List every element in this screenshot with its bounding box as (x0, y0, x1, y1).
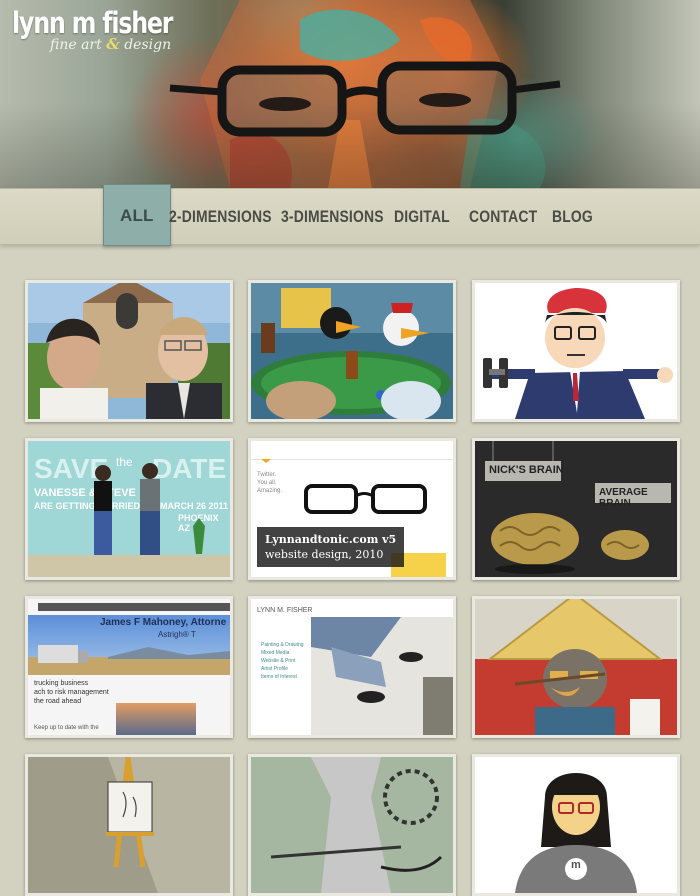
mahoney-subtitle: Astrigh® T (158, 630, 196, 639)
lmf-header: LYNN M. FISHER (257, 607, 313, 614)
header-banner: lynn m fisher fine art & design (0, 0, 700, 188)
nav-digital[interactable]: DIGITAL (394, 189, 450, 244)
site-logo[interactable]: lynn m fisher fine art & design (12, 8, 207, 53)
portfolio-item-dumbbell-cartoon[interactable] (472, 280, 680, 422)
portfolio-item-mahoney-site[interactable]: James F Mahoney, Attorne Astrigh® T truc… (25, 596, 233, 738)
mahoney-footer: Keep up to date with the (34, 725, 99, 731)
nav-all[interactable]: ALL (103, 184, 171, 246)
portfolio-item-noodle-painting[interactable] (472, 596, 680, 738)
caption-subtitle: website design, 2010 (265, 548, 384, 561)
gothic-portrait-thumbnail (28, 283, 230, 419)
save-the-date-thumbnail: SAVE the DATE VANESSE & STEVE ARE GETTIN… (28, 441, 230, 577)
portfolio-item-lynnandtonic[interactable]: Twitter. You all. Amazing. Lynnandtonic.… (248, 438, 456, 580)
hoodie-logo: m (571, 859, 581, 871)
dumbbell-cartoon-thumbnail (475, 283, 677, 419)
caption-title: Lynnandtonic.com v5 (265, 533, 397, 546)
portfolio-item-sawblade[interactable] (248, 754, 456, 896)
sign-nicks-brain: NICK'S BRAIN (489, 464, 564, 476)
nav-3-dimensions[interactable]: 3-DIMENSIONS (281, 189, 384, 244)
main-nav: ALL 2-DIMENSIONS 3-DIMENSIONS DIGITAL CO… (0, 184, 700, 246)
poker-painting-thumbnail (251, 283, 453, 419)
portfolio-caption: Lynnandtonic.com v5 website design, 2010 (257, 527, 405, 567)
mahoney-title: James F Mahoney, Attorne (100, 617, 227, 628)
mahoney-text: trucking business ach to risk management t… (34, 680, 109, 705)
nav-contact[interactable]: CONTACT (469, 189, 537, 244)
lmf-links: Painting & Drawing Mixed Media Website &… (261, 642, 304, 680)
hoodie-character-thumbnail (475, 757, 677, 893)
portfolio-item-save-the-date[interactable]: SAVE the DATE VANESSE & STEVE ARE GETTIN… (25, 438, 233, 580)
mahoney-thumbnail: James F Mahoney, Attorne Astrigh® T truc… (28, 599, 230, 735)
lynnandtonic-thumbnail: Twitter. You all. Amazing. Lynnandtonic.… (251, 441, 453, 577)
nav-2-dimensions[interactable]: 2-DIMENSIONS (169, 189, 272, 244)
portfolio-item-easel[interactable] (25, 754, 233, 896)
portfolio-item-gothic-portrait[interactable] (25, 280, 233, 422)
easel-thumbnail (28, 757, 230, 893)
lmf-website-thumbnail: LYNN M. FISHER Painting & Drawing Mixed … (251, 599, 453, 735)
portfolio-item-nicks-brain[interactable]: NICK'S BRAIN AVERAGE BRAIN (472, 438, 680, 580)
sign-average-brain: AVERAGE BRAIN (599, 487, 648, 509)
portfolio-item-hoodie-character[interactable]: m (472, 754, 680, 896)
portfolio-item-dogs-poker[interactable] (248, 280, 456, 422)
couple-illustration (28, 463, 230, 577)
nav-blog[interactable]: BLOG (552, 189, 593, 244)
sawblade-thumbnail (251, 757, 453, 893)
noodle-painting-thumbnail (475, 599, 677, 735)
portfolio-item-lmf-website[interactable]: LYNN M. FISHER Painting & Drawing Mixed … (248, 596, 456, 738)
logo-name: lynn m fisher (12, 6, 174, 40)
brain-thumbnail: NICK'S BRAIN AVERAGE BRAIN (475, 441, 677, 577)
